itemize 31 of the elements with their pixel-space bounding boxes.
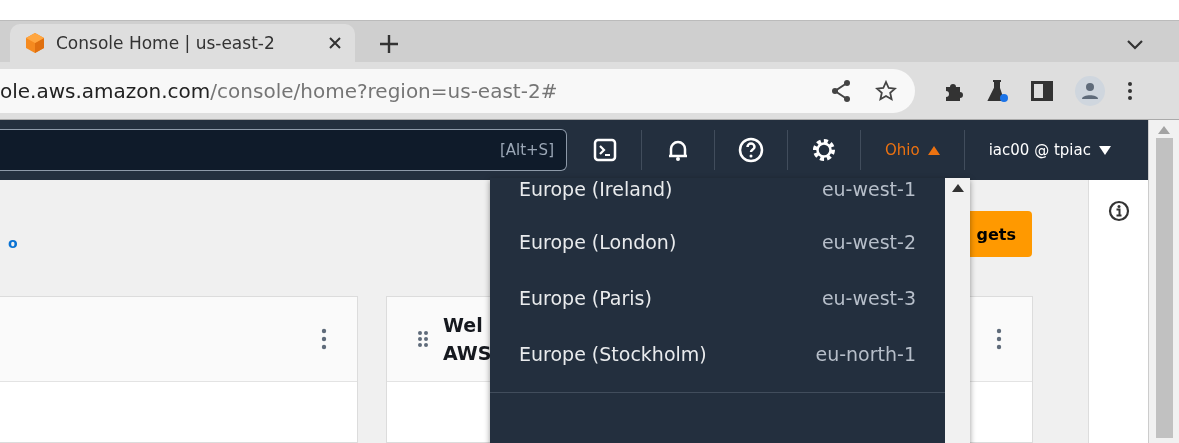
card-title: Wel AWS <box>443 313 492 366</box>
drag-handle-icon[interactable] <box>417 330 429 348</box>
terminal-icon[interactable] <box>593 138 617 162</box>
scrollbar-thumb[interactable] <box>1155 138 1173 438</box>
profile-avatar[interactable] <box>1075 75 1105 106</box>
region-option[interactable]: Europe (Paris) eu-west-3 <box>490 270 945 326</box>
account-menu[interactable]: iac00 @ tpiac <box>964 140 1117 160</box>
bell-icon[interactable] <box>666 138 690 162</box>
region-option[interactable]: Europe (London) eu-west-2 <box>490 214 945 270</box>
browser-tab[interactable]: Console Home | us-east-2 <box>10 24 355 62</box>
region-selector[interactable]: Ohio <box>861 130 965 170</box>
help-icon[interactable] <box>738 137 764 163</box>
more-options-icon[interactable] <box>321 328 327 350</box>
more-options-icon[interactable] <box>996 328 1002 350</box>
flask-icon[interactable] <box>987 78 1009 103</box>
chevron-down-icon[interactable] <box>1127 40 1143 50</box>
region-option[interactable]: Europe (Ireland) eu-west-1 <box>490 178 945 214</box>
settings-icon[interactable] <box>811 137 837 163</box>
side-panel-icon[interactable] <box>1031 80 1053 101</box>
cube-icon <box>24 32 46 54</box>
info-link[interactable]: o <box>8 235 18 251</box>
close-icon[interactable] <box>329 37 341 49</box>
caret-up-icon <box>927 145 940 155</box>
menu-icon[interactable] <box>1127 80 1133 101</box>
search-field[interactable]: [Alt+S] <box>0 129 567 171</box>
caret-down-icon <box>1098 145 1111 155</box>
address-bar[interactable]: ole.aws.amazon.com/console/home?region=us-east-2# <box>0 68 915 113</box>
info-icon[interactable] <box>1107 200 1130 222</box>
share-icon[interactable] <box>831 79 851 102</box>
star-icon[interactable] <box>875 79 897 102</box>
scroll-up-icon[interactable] <box>951 184 964 192</box>
